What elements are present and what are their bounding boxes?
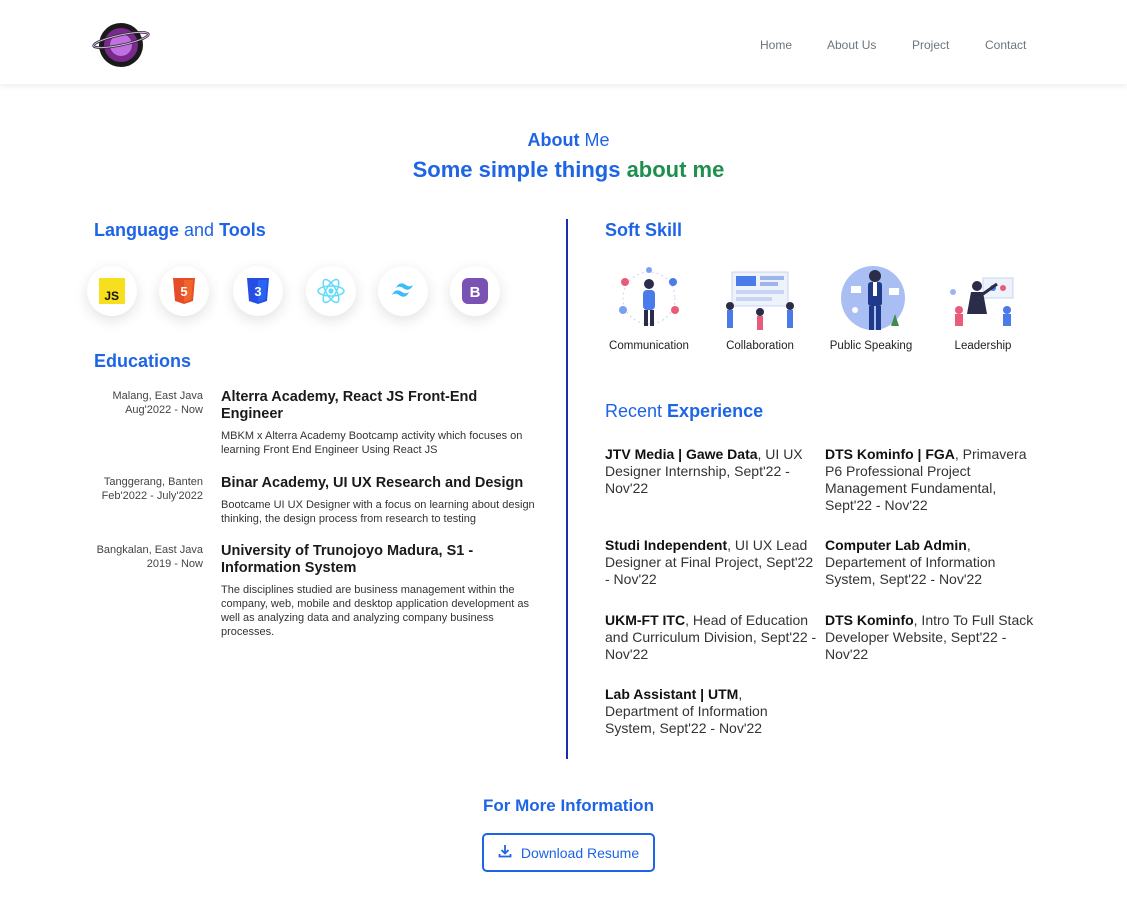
experience-org: Studi Independent [605,537,728,553]
experience-org: DTS Kominfo [825,612,914,628]
javascript-icon: JS [87,266,137,316]
tools-heading-b: Tools [219,220,266,240]
edu-place: Bangkalan, East Java 2019 - Now [60,543,203,571]
about-subtitle-green: about me [626,157,725,182]
tailwind-icon [378,266,428,316]
experience-item: JTV Media | Gawe Data, UI UX Designer In… [605,446,820,497]
educations-heading-text: Educations [94,351,192,371]
edu-period: Feb'2022 - July'2022 [101,490,203,502]
experience-org: Computer Lab Admin [825,537,967,553]
about-title: About Me [0,130,1127,151]
about-subtitle-blue: Some simple things [412,157,627,182]
html5-icon: 5 [159,266,209,316]
edu-description: The disciplines studied are business man… [221,584,529,638]
edu-description: Bootcame UI UX Designer with a focus on … [221,499,535,525]
skill-leadership: Leadership [933,262,1033,352]
experience-item: DTS Kominfo | FGA, Primavera P6 Professi… [825,446,1040,514]
tools-heading: Language and Tools [94,220,266,241]
experience-item: Lab Assistant | UTM, Department of Infor… [605,686,795,737]
nav-project-link[interactable]: Project [912,38,949,52]
nav-about-link[interactable]: About Us [827,38,876,52]
skill-public-speaking: Public Speaking [821,262,921,352]
react-icon [306,266,356,316]
vertical-divider [566,219,568,759]
edu-title: Binar Academy, UI UX Research and Design [221,475,524,491]
experience-item: DTS Kominfo, Intro To Full Stack Develop… [825,612,1040,663]
skill-label: Collaboration [726,340,794,352]
svg-text:5: 5 [180,284,187,299]
edu-description: MBKM x Alterra Academy Bootcamp activity… [221,430,523,456]
soft-skill-heading-text: Soft Skill [605,220,683,240]
experience-heading-light: Recent [605,401,668,421]
edu-place: Tanggerang, Banten Feb'2022 - July'2022 [60,475,203,503]
skill-label: Public Speaking [829,340,913,352]
about-title-rest: Me [579,130,610,150]
edu-location: Malang, East Java [112,390,204,402]
svg-text:JS: JS [104,289,119,303]
download-resume-button[interactable]: Download Resume [482,833,655,872]
bootstrap-icon: B [450,266,500,316]
site-logo[interactable] [90,20,152,70]
more-info-heading: For More Information [483,796,654,815]
edu-location: Tanggerang, Banten [103,476,203,488]
educations-heading: Educations [94,351,191,372]
skill-label: Leadership [954,340,1012,352]
experience-org: JTV Media | Gawe Data [605,446,758,462]
edu-period: Aug'2022 - Now [125,404,203,416]
experience-org: DTS Kominfo | FGA [825,446,955,462]
nav-contact-link[interactable]: Contact [985,38,1026,52]
communication-illustration [619,267,679,326]
about-title-bold: About [527,130,580,150]
skill-communication: Communication [599,262,699,352]
leadership-illustration [950,277,1014,326]
experience-item: UKM-FT ITC, Head of Education and Curric… [605,612,820,663]
experience-item: Computer Lab Admin, Departement of Infor… [825,537,1040,588]
experience-org: Lab Assistant | UTM [605,686,739,702]
edu-location: Bangkalan, East Java [96,544,203,556]
public-speaking-illustration [841,266,905,330]
download-resume-label: Download Resume [520,844,640,861]
css3-icon: 3 [233,266,283,316]
edu-period: 2019 - Now [146,558,203,570]
experience-heading: Recent Experience [605,401,763,422]
edu-title: University of Trunojoyo Madura, S1 - Inf… [221,543,474,576]
skill-collaboration: Collaboration [710,262,810,352]
experience-heading-bold: Experience [667,401,764,421]
tools-heading-a: Language [94,220,180,240]
edu-place: Malang, East Java Aug'2022 - Now [60,389,204,417]
nav-home-link[interactable]: Home [760,38,792,52]
tools-heading-and: and [179,220,220,240]
edu-title: Alterra Academy, React JS Front-End Engi… [221,389,478,422]
navbar: Home About Us Project Contact [0,0,1127,84]
experience-item: Studi Independent, UI UX Lead Designer a… [605,537,820,588]
svg-text:B: B [470,284,481,301]
about-subtitle: Some simple things about me [0,157,1127,183]
experience-org: UKM-FT ITC [605,612,686,628]
collaboration-illustration [726,271,794,330]
soft-skill-heading: Soft Skill [605,220,682,241]
svg-text:3: 3 [254,284,261,299]
skill-label: Communication [609,340,689,352]
download-icon [498,844,512,861]
